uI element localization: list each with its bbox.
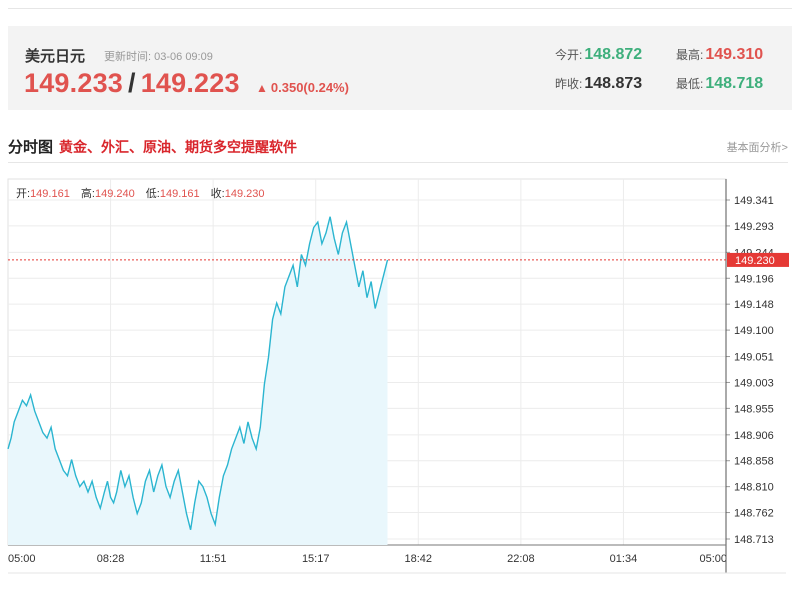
y-tick-label: 149.051: [734, 352, 774, 364]
prev-close-stat: 昨收: 148.873: [555, 75, 642, 93]
price-change: ▲ 0.350(0.24%): [256, 80, 349, 95]
instrument-name: 美元日元: [25, 48, 86, 65]
x-tick-label: 05:00: [699, 553, 727, 565]
low-label: 最低:: [676, 77, 704, 91]
top-divider: [8, 8, 792, 9]
update-value: 03-06 09:09: [154, 51, 213, 63]
section-title: 分时图: [8, 139, 54, 156]
y-tick-label: 149.293: [734, 221, 774, 233]
high-value: 149.310: [705, 46, 764, 63]
price-separator: /: [128, 68, 136, 98]
price-area: [8, 216, 388, 545]
y-tick-label: 148.762: [734, 508, 774, 520]
y-tick-label: 149.003: [734, 377, 774, 389]
prev-label: 昨收:: [555, 77, 583, 91]
low-value: 148.718: [705, 75, 764, 92]
x-tick-label: 08:28: [97, 553, 125, 565]
y-tick-label: 149.341: [734, 195, 774, 207]
y-tick-label: 149.100: [734, 325, 774, 337]
low-stat: 最低: 148.718: [676, 75, 763, 93]
ohlc-low-label: 低:: [145, 188, 160, 200]
arrow-up-icon: ▲: [256, 81, 268, 95]
x-tick-label: 22:08: [507, 553, 535, 565]
ohlc-close-value: 149.230: [224, 188, 265, 200]
x-tick-label: 15:17: [302, 553, 330, 565]
prev-value: 148.873: [584, 75, 643, 92]
ohlc-low-value: 149.161: [159, 188, 200, 200]
open-value: 148.872: [584, 46, 643, 63]
x-tick-label: 11:51: [200, 553, 227, 565]
y-tick-label: 149.196: [734, 273, 774, 285]
ohlc-open-label: 开:: [16, 188, 31, 200]
y-tick-label: 148.858: [734, 456, 774, 468]
change-value: 0.350(0.24%): [270, 80, 349, 95]
x-tick-label: 18:42: [405, 553, 433, 565]
y-tick-label: 149.148: [734, 299, 774, 311]
ohlc-high-value: 149.240: [94, 188, 135, 200]
x-tick-label: 01:34: [610, 553, 638, 565]
high-stat: 最高: 149.310: [676, 46, 763, 64]
fundamental-analysis-link[interactable]: 基本面分析>: [727, 139, 788, 155]
ohlc-open-value: 149.161: [30, 188, 70, 200]
y-tick-label: 148.906: [734, 430, 774, 442]
quote-panel: 美元日元 更新时间: 03-06 09:09 149.233/149.223 ▲…: [8, 26, 792, 110]
open-label: 今开:: [555, 48, 583, 62]
section-divider: [8, 162, 788, 163]
bid-ask-price: 149.233/149.223: [24, 68, 240, 99]
intraday-chart[interactable]: 149.341149.293149.244149.196149.148149.1…: [6, 176, 794, 586]
high-label: 最高:: [676, 48, 704, 62]
ohlc-high-label: 高:: [80, 188, 95, 200]
promo-link[interactable]: 黄金、外汇、原油、期货多空提醒软件: [59, 137, 297, 157]
update-label: 更新时间:: [104, 51, 152, 63]
price-b: 149.223: [140, 68, 240, 98]
y-tick-label: 148.955: [734, 403, 774, 415]
y-tick-label: 148.810: [734, 482, 774, 494]
y-tick-label: 148.713: [734, 534, 774, 546]
x-tick-label: 05:00: [8, 553, 36, 565]
ohlc-close-label: 收:: [210, 188, 225, 200]
current-price-label: 149.230: [735, 255, 775, 267]
chart-canvas[interactable]: 149.341149.293149.244149.196149.148149.1…: [6, 176, 794, 586]
ohlc-readout: 开:149.161 高:149.240 低:149.161 收:149.230: [16, 185, 273, 201]
update-time: 更新时间: 03-06 09:09: [104, 48, 213, 64]
price-a: 149.233: [24, 68, 123, 98]
open-stat: 今开: 148.872: [555, 46, 642, 64]
